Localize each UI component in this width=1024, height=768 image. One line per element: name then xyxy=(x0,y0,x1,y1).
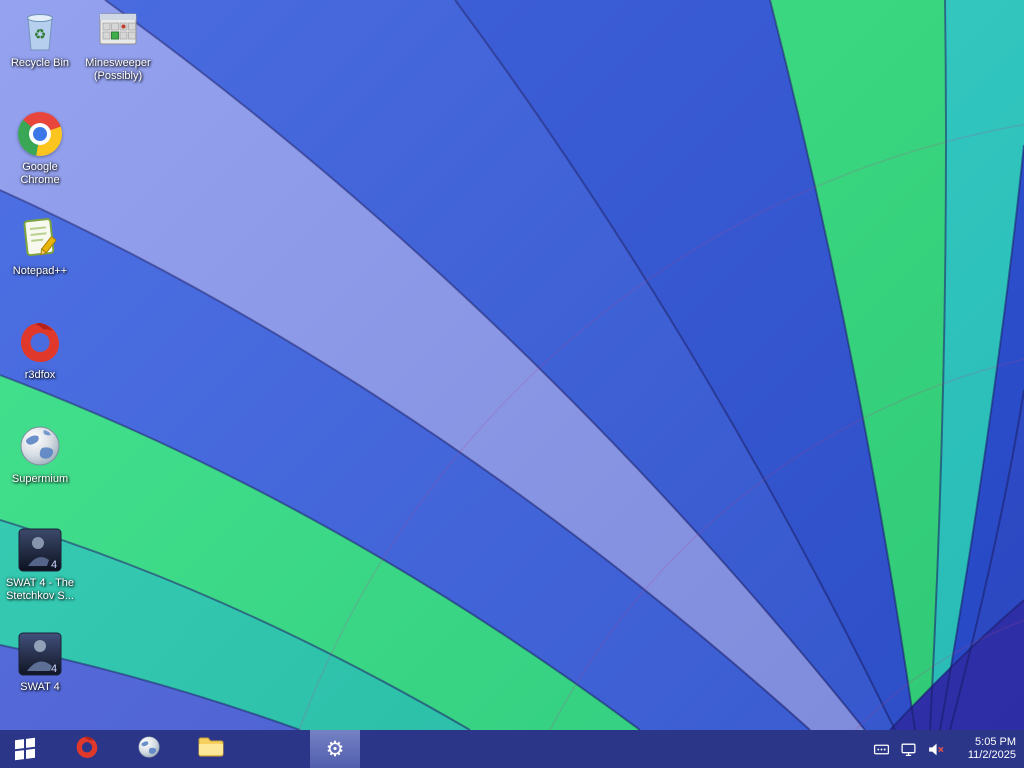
icon-label: SWAT 4 - The Stetchkov S... xyxy=(5,577,75,602)
desktop-icon-recycle-bin[interactable]: ♻ Recycle Bin xyxy=(2,6,78,70)
svg-text:♻: ♻ xyxy=(34,26,47,42)
start-button[interactable] xyxy=(0,730,50,768)
r3dfox-icon xyxy=(16,318,64,366)
icon-label: Minesweeper (Possibly) xyxy=(85,57,151,82)
touch-keyboard-icon[interactable] xyxy=(873,741,890,758)
clock-date: 11/2/2025 xyxy=(967,749,1016,761)
minesweeper-icon xyxy=(94,6,142,54)
swat4-icon: 4 xyxy=(16,630,64,678)
icon-label: Notepad++ xyxy=(12,265,68,277)
wallpaper-balloon xyxy=(0,0,1024,730)
desktop-icon-swat4-stetchkov[interactable]: 4 SWAT 4 - The Stetchkov S... xyxy=(2,526,78,603)
notepadpp-icon xyxy=(16,214,64,262)
desktop-icon-r3dfox[interactable]: r3dfox xyxy=(2,318,78,382)
svg-text:4: 4 xyxy=(51,663,57,675)
gear-icon: ⚙ xyxy=(325,737,345,761)
network-icon[interactable] xyxy=(900,741,917,758)
taskbar: ⚙ 5:05 PM 11/2/2025 xyxy=(0,730,1024,768)
supermium-globe-icon xyxy=(136,734,162,765)
recycle-bin-icon: ♻ xyxy=(16,6,64,54)
icon-label: Recycle Bin xyxy=(10,57,70,69)
folder-icon xyxy=(198,736,224,763)
taskbar-clock[interactable]: 5:05 PM 11/2/2025 xyxy=(954,736,1016,762)
windows-logo-icon xyxy=(15,737,35,761)
desktop-icon-swat4[interactable]: 4 SWAT 4 xyxy=(2,630,78,694)
supermium-globe-icon xyxy=(16,422,64,470)
chrome-icon xyxy=(16,110,64,158)
swat4-expansion-icon: 4 xyxy=(16,526,64,574)
icon-label: SWAT 4 xyxy=(20,681,60,693)
svg-text:4: 4 xyxy=(51,559,57,571)
desktop-icon-notepadpp[interactable]: Notepad++ xyxy=(2,214,78,278)
desktop-icon-google-chrome[interactable]: Google Chrome xyxy=(2,110,78,187)
taskbar-chrome-button[interactable] xyxy=(248,730,298,768)
taskbar-supermium-button[interactable] xyxy=(124,730,174,768)
volume-muted-icon[interactable] xyxy=(927,741,944,758)
icon-label: Google Chrome xyxy=(20,161,60,186)
clock-time: 5:05 PM xyxy=(975,736,1016,748)
icon-label: r3dfox xyxy=(24,369,56,381)
r3dfox-icon xyxy=(74,734,100,765)
desktop-icon-supermium[interactable]: Supermium xyxy=(2,422,78,486)
desktop-icon-minesweeper[interactable]: Minesweeper (Possibly) xyxy=(80,6,156,83)
desktop: ♻ Recycle Bin Minesweeper (Possibly) Goo… xyxy=(0,0,1024,768)
icon-label: Supermium xyxy=(11,473,69,485)
taskbar-settings-button[interactable]: ⚙ xyxy=(310,730,360,768)
taskbar-file-explorer-button[interactable] xyxy=(186,730,236,768)
taskbar-r3dfox-button[interactable] xyxy=(62,730,112,768)
system-tray: 5:05 PM 11/2/2025 xyxy=(873,730,1024,768)
